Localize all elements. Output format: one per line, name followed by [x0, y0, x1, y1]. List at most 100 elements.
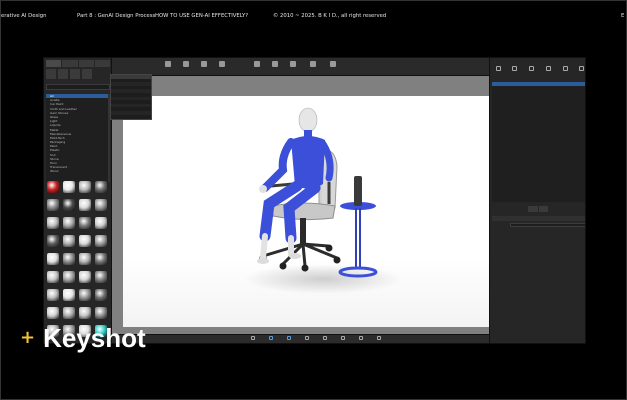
material-swatch [63, 271, 75, 283]
material-swatch [95, 217, 107, 229]
tab-environments[interactable] [94, 60, 110, 67]
material-thumbnail[interactable] [62, 180, 76, 197]
material-thumbnail[interactable] [94, 198, 108, 215]
section-title-text: Keyshot [43, 323, 146, 353]
material-thumbnail[interactable] [94, 234, 108, 251]
library-toolbar [46, 69, 110, 81]
properties-section-header [492, 216, 585, 221]
material-thumbnail[interactable] [78, 198, 92, 215]
material-thumbnail[interactable] [94, 252, 108, 269]
tab-lighting[interactable] [561, 66, 569, 76]
material-thumbnail[interactable] [46, 180, 60, 197]
material-swatch [47, 217, 59, 229]
tab-position[interactable] [538, 206, 548, 212]
material-thumbnail[interactable] [94, 306, 108, 323]
toolbar-button-2[interactable] [178, 60, 194, 74]
material-thumbnail[interactable] [62, 306, 76, 323]
import-button[interactable] [246, 336, 260, 343]
slide-header: erative AI Design Part 8 : GenAI Design … [1, 13, 627, 23]
material-name [46, 301, 60, 304]
tab-scene[interactable] [494, 66, 502, 76]
material-thumbnail[interactable] [62, 270, 76, 287]
upload-icon[interactable] [58, 69, 68, 79]
tumble-icon [254, 61, 260, 67]
cpu-icon [165, 61, 171, 67]
copyright-label: © 2010 ~ 2025. B K I D., all right reser… [273, 13, 387, 19]
tab-material[interactable] [511, 66, 519, 76]
material-swatch [47, 271, 59, 283]
material-thumbnail[interactable] [78, 252, 92, 269]
project-button[interactable] [282, 336, 296, 343]
material-thumbnail[interactable] [46, 306, 60, 323]
toolbar-button-1[interactable] [160, 60, 176, 74]
render-viewport[interactable] [112, 76, 496, 334]
library-icon [269, 336, 273, 340]
keyvr-button[interactable] [336, 336, 350, 343]
material-thumbnail[interactable] [46, 198, 60, 215]
material-thumbnail[interactable] [46, 270, 60, 287]
category-item[interactable]: Wood [46, 169, 110, 173]
material-thumbnail[interactable] [94, 180, 108, 197]
material-thumbnail[interactable] [94, 288, 108, 305]
material-thumbnail[interactable] [62, 216, 76, 233]
share-button[interactable] [354, 336, 368, 343]
material-thumbnail[interactable] [78, 306, 92, 323]
toolbar-button-5[interactable] [249, 60, 265, 74]
material-thumbnail[interactable] [62, 198, 76, 215]
tab-camera[interactable] [528, 66, 536, 76]
material-thumbnail[interactable] [46, 216, 60, 233]
material-thumbnail[interactable] [62, 234, 76, 251]
library-search-input[interactable] [46, 84, 110, 90]
material-swatch [95, 307, 107, 319]
material-thumbnail[interactable] [62, 288, 76, 305]
material-swatch [79, 271, 91, 283]
toolbar-button-3[interactable] [196, 60, 212, 74]
library-button[interactable] [264, 336, 278, 343]
material-thumbnail-grid [46, 180, 110, 343]
share-icon [359, 336, 363, 340]
toolbar-button-4[interactable] [214, 60, 230, 74]
material-thumbnail[interactable] [94, 270, 108, 287]
material-swatch [79, 217, 91, 229]
material-thumbnail[interactable] [46, 234, 60, 251]
toolbar-button-8[interactable] [305, 60, 321, 74]
material-swatch [47, 253, 59, 265]
material-name [62, 229, 76, 232]
properties-tabs [528, 206, 548, 212]
material-name [62, 319, 76, 322]
tab-image[interactable] [578, 66, 585, 76]
tree-item[interactable] [492, 109, 585, 113]
material-thumbnail[interactable] [46, 252, 60, 269]
tab-textures[interactable] [78, 60, 94, 67]
material-swatch [95, 289, 107, 301]
material-thumbnail[interactable] [78, 234, 92, 251]
settings-icon[interactable] [82, 69, 92, 79]
image-icon [579, 66, 585, 71]
animation-button[interactable] [300, 336, 314, 343]
tab-colors[interactable] [62, 60, 78, 67]
material-thumbnail[interactable] [46, 288, 60, 305]
tab-environment[interactable] [544, 66, 552, 76]
material-name [94, 283, 108, 286]
section-title: + Keyshot [20, 323, 146, 353]
material-thumbnail[interactable] [78, 288, 92, 305]
tab-properties[interactable] [528, 206, 538, 212]
render-button[interactable] [372, 336, 386, 343]
import-icon[interactable] [46, 69, 56, 79]
material-swatch [79, 235, 91, 247]
material-name [46, 229, 60, 232]
toolbar-button-6[interactable] [267, 60, 283, 74]
material-name [78, 229, 92, 232]
toolbar-button-9[interactable] [325, 60, 341, 74]
material-thumbnail[interactable] [94, 216, 108, 233]
toolbar-button-7[interactable] [285, 60, 301, 74]
tab-materials[interactable] [46, 60, 62, 67]
material-thumbnail[interactable] [78, 216, 92, 233]
keyshotxr-button[interactable] [318, 336, 332, 343]
material-thumbnail[interactable] [62, 252, 76, 269]
material-name [46, 283, 60, 286]
material-thumbnail[interactable] [78, 180, 92, 197]
material-thumbnail[interactable] [78, 270, 92, 287]
material-name [78, 283, 92, 286]
refresh-icon[interactable] [70, 69, 80, 79]
